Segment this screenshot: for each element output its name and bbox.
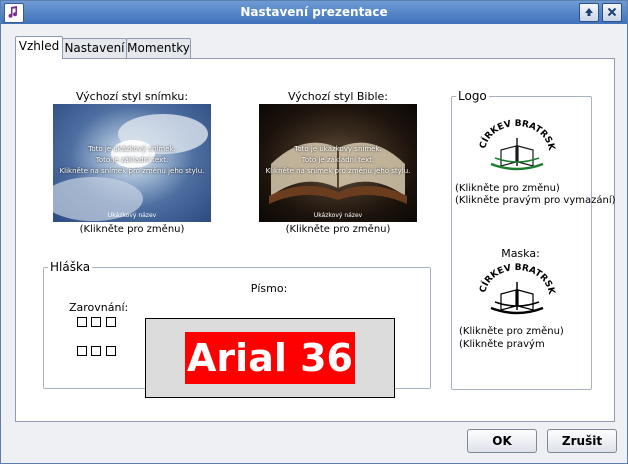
default-slide-caption: (Klikněte pro změnu) (79, 224, 185, 235)
title-bar[interactable]: Nastavení prezentace (1, 1, 627, 24)
church-logo-icon: CÍRKEV BRATRSKÁ (474, 107, 556, 171)
logo-caption-change: (Klikněte pro změnu) (455, 183, 560, 194)
close-button[interactable] (602, 3, 622, 22)
align-bottom-left-checkbox[interactable] (77, 346, 87, 356)
align-bottom-center-checkbox[interactable] (91, 346, 101, 356)
mask-image[interactable]: CÍRKEV BRATRSKÁ (474, 251, 557, 320)
default-slide-preview[interactable]: Toto je ukázkový snímek. Toto je základn… (53, 104, 211, 222)
font-label: Písmo: (250, 282, 288, 295)
bible-style-caption: (Klikněte pro změnu) (285, 224, 391, 235)
align-top-right-checkbox[interactable] (106, 317, 116, 327)
dialog-content: Vzhled Nastavení Momentky Výchozí styl s… (1, 24, 627, 463)
arrow-up-icon (585, 8, 593, 16)
slide-line-2: Toto je základní text. (95, 156, 169, 164)
font-preview-box[interactable]: Arial 36 (145, 318, 395, 398)
dialog-window: Nastavení prezentace Vzhled Nastavení Mo… (0, 0, 628, 464)
bible-line-3: Klikněte na snímek pro změnu jeho stylu. (265, 167, 411, 175)
tab-vzhled[interactable]: Vzhled (15, 36, 63, 59)
mask-caption-change: (Klikněte pro změnu) (459, 326, 564, 337)
tab-momentky[interactable]: Momentky (126, 38, 191, 58)
logo-image[interactable]: CÍRKEV BRATRSKÁ (474, 107, 557, 176)
window-title: Nastavení prezentace (240, 5, 388, 19)
slide-line-3: Klikněte na snímek pro změnu jeho stylu. (59, 167, 205, 175)
align-top-center-checkbox[interactable] (91, 317, 101, 327)
font-sample-text: Arial 36 (185, 332, 355, 384)
logo-legend: Logo (456, 89, 489, 103)
mask-heading: Maska: (501, 247, 540, 260)
default-slide-heading: Výchozí styl snímku: (75, 90, 189, 103)
logo-caption-delete: (Klikněte pravým pro vymazání) (455, 195, 616, 206)
slide-title: Ukázkový název (107, 212, 157, 219)
bible-style-preview[interactable]: Toto je ukázkový snímek. Toto je základn… (259, 104, 417, 222)
ok-button[interactable]: OK (467, 429, 537, 453)
alignment-label: Zarovnání: (69, 301, 129, 314)
align-top-left-checkbox[interactable] (77, 317, 87, 327)
bible-line-2: Toto je základní text. (301, 156, 375, 164)
bible-slide-title: Ukázkový název (313, 212, 363, 219)
cancel-button[interactable]: Zrušit (547, 429, 617, 453)
mask-caption-delete: (Klikněte pravým pro vymazání) (459, 339, 545, 350)
close-icon (607, 7, 617, 17)
slide-line-1: Toto je ukázkový snímek. (88, 145, 176, 153)
maximize-button[interactable] (579, 3, 599, 22)
bible-style-heading: Výchozí styl Bible: (287, 90, 389, 103)
tab-nastaveni[interactable]: Nastavení (62, 38, 127, 58)
align-bottom-right-checkbox[interactable] (106, 346, 116, 356)
bible-line-1: Toto je ukázkový snímek. (294, 145, 382, 153)
church-mask-icon: CÍRKEV BRATRSKÁ (474, 251, 556, 315)
hlaska-legend: Hláška (48, 260, 93, 274)
